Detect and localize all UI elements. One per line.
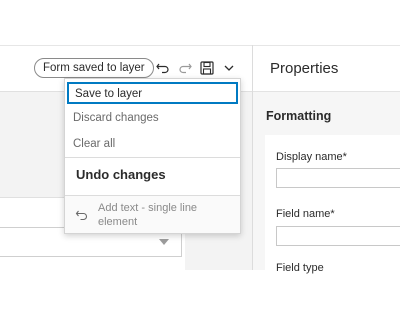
clear-all-item[interactable]: Clear all xyxy=(65,138,240,150)
save-status-badge: Form saved to layer xyxy=(34,58,154,78)
menu-divider xyxy=(65,157,240,158)
save-options-menu: Save to layer Discard changes Clear all … xyxy=(64,78,241,234)
display-name-input[interactable] xyxy=(276,168,400,188)
field-name-input[interactable] xyxy=(276,226,400,246)
undo-icon[interactable] xyxy=(155,60,171,76)
formatting-section-title[interactable]: Formatting xyxy=(266,109,331,123)
undo-changes-heading: Undo changes xyxy=(76,167,166,182)
undo-icon xyxy=(75,209,89,227)
undo-history-label: Add text - single line element xyxy=(98,202,198,228)
properties-panel-title: Properties xyxy=(270,60,339,77)
field-type-label: Field type xyxy=(276,262,324,274)
top-strip xyxy=(0,0,400,45)
undo-history-item[interactable]: Add text - single line element xyxy=(65,196,240,233)
chevron-down-icon[interactable] xyxy=(221,60,237,76)
save-to-layer-item[interactable]: Save to layer xyxy=(67,82,238,104)
dropdown-caret-icon xyxy=(159,239,169,245)
discard-changes-item[interactable]: Discard changes xyxy=(65,112,240,124)
redo-icon[interactable] xyxy=(177,60,193,76)
floppy-disk-icon[interactable] xyxy=(199,60,215,76)
display-name-label: Display name* xyxy=(276,151,347,163)
field-name-label: Field name* xyxy=(276,208,335,220)
